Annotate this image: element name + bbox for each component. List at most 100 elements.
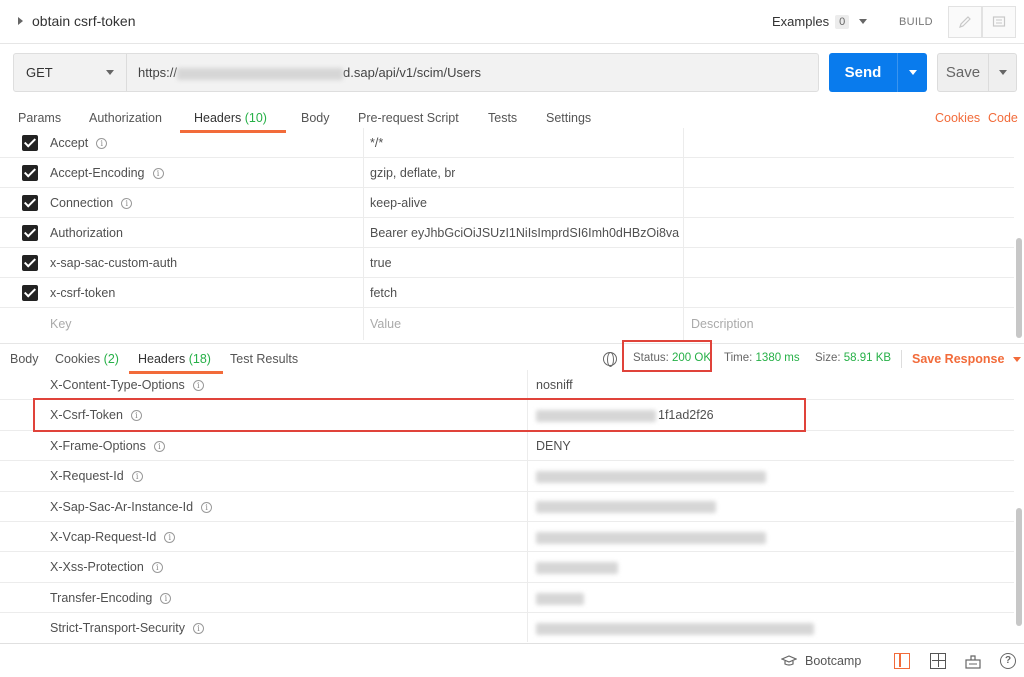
header-value[interactable]: Bearer eyJhbGciOiJSUzI1NiIsImprdSI6Imh0d…	[370, 226, 680, 240]
info-icon[interactable]: i	[121, 198, 133, 209]
method-select[interactable]: GET	[14, 54, 127, 91]
csrf-token-highlight-box	[33, 398, 806, 432]
info-icon[interactable]: i	[164, 532, 176, 543]
enable-checkbox[interactable]	[22, 165, 38, 181]
tab-resp-headers-label: Headers	[138, 352, 186, 366]
send-options-chevron-icon[interactable]	[897, 53, 927, 92]
table-row: X-Content-Type-Options i nosniff	[0, 370, 1014, 401]
response-header-value: DENY	[536, 438, 571, 453]
tab-response-cookies[interactable]: Cookies (2)	[55, 352, 119, 366]
header-key[interactable]: x-sap-sac-custom-auth	[50, 256, 177, 270]
header-value[interactable]: gzip, deflate, br	[370, 166, 455, 180]
comment-icon[interactable]	[982, 6, 1016, 38]
table-row: X-Vcap-Request-Id i	[0, 522, 1014, 553]
enable-checkbox[interactable]	[22, 255, 38, 271]
info-icon[interactable]: i	[192, 380, 204, 391]
cookies-link[interactable]: Cookies	[935, 111, 980, 125]
save-response-button[interactable]: Save Response	[912, 352, 1022, 366]
status-footer: Bootcamp ?	[0, 643, 1024, 677]
enable-checkbox[interactable]	[22, 135, 38, 151]
two-pane-icon[interactable]	[894, 653, 910, 669]
tab-pre-request-script[interactable]: Pre-request Script	[358, 111, 459, 125]
tab-headers[interactable]: Headers (10)	[194, 111, 267, 125]
keyboard-icon[interactable]	[965, 653, 981, 669]
time-indicator[interactable]: Time: 1380 ms	[724, 352, 800, 364]
enable-checkbox[interactable]	[22, 285, 38, 301]
header-key[interactable]: Accept-Encoding i	[50, 166, 164, 180]
send-button[interactable]: Send	[829, 53, 927, 92]
header-value[interactable]: true	[370, 256, 392, 270]
new-header-row: Key Value Description	[0, 309, 1014, 339]
header-value[interactable]: */*	[370, 136, 383, 150]
size-label: Size:	[815, 352, 841, 364]
header-key[interactable]: x-csrf-token	[50, 286, 115, 300]
save-button[interactable]: Save	[937, 53, 1017, 92]
header-key[interactable]: Connection i	[50, 196, 133, 210]
key-placeholder-input[interactable]: Key	[50, 317, 72, 331]
examples-dropdown[interactable]: Examples 0	[772, 14, 868, 29]
globe-icon[interactable]	[603, 352, 617, 367]
tab-authorization[interactable]: Authorization	[89, 111, 162, 125]
url-input[interactable]: https:// d.sap/api/v1/scim/Users	[138, 65, 481, 80]
save-options-chevron-icon[interactable]	[988, 54, 1016, 91]
tab-test-results[interactable]: Test Results	[230, 352, 298, 366]
info-icon[interactable]: i	[192, 623, 204, 635]
info-icon[interactable]: i	[201, 501, 213, 513]
response-header-key-text: X-Xss-Protection	[50, 560, 144, 575]
info-icon[interactable]: i	[152, 168, 164, 179]
status-highlight-box	[622, 340, 712, 372]
request-title[interactable]: obtain csrf-token	[18, 13, 136, 29]
size-indicator[interactable]: Size: 58.91 KB	[815, 352, 891, 364]
tab-headers-label: Headers	[194, 111, 242, 125]
header-key[interactable]: Authorization	[50, 226, 123, 240]
examples-count-badge: 0	[835, 14, 850, 29]
redacted-value	[536, 531, 766, 544]
grid-layout-icon[interactable]	[930, 653, 946, 669]
tab-resp-headers-count: (18)	[188, 352, 211, 366]
bootcamp-label: Bootcamp	[805, 654, 862, 668]
url-bar: GET https:// d.sap/api/v1/scim/Users	[13, 53, 819, 92]
caret-right-icon[interactable]	[18, 17, 23, 25]
send-label: Send	[844, 64, 882, 81]
table-row: x-sap-sac-custom-auth true	[0, 248, 1014, 278]
info-icon[interactable]: i	[160, 592, 172, 604]
response-header-value	[536, 469, 766, 483]
tab-body[interactable]: Body	[301, 111, 330, 125]
info-icon[interactable]: i	[151, 562, 163, 574]
bootcamp-button[interactable]: Bootcamp	[781, 654, 861, 668]
tab-response-body[interactable]: Body	[10, 352, 39, 366]
value-placeholder-input[interactable]: Value	[370, 317, 401, 331]
info-icon[interactable]: i	[131, 471, 143, 483]
response-header-key: X-Sap-Sac-Ar-Instance-Id i	[50, 500, 213, 514]
tab-response-headers[interactable]: Headers (18)	[138, 352, 211, 366]
time-label: Time:	[724, 352, 753, 364]
response-header-key: X-Xss-Protection i	[50, 560, 163, 574]
enable-checkbox[interactable]	[22, 195, 38, 211]
info-icon[interactable]: i	[153, 440, 165, 452]
tab-tests[interactable]: Tests	[488, 111, 517, 125]
help-icon[interactable]: ?	[1000, 653, 1016, 669]
header-value[interactable]: keep-alive	[370, 196, 427, 210]
response-header-key: Strict-Transport-Security i	[50, 621, 204, 635]
method-value: GET	[26, 65, 53, 80]
pencil-icon[interactable]	[948, 6, 982, 38]
tab-params[interactable]: Params	[18, 111, 61, 125]
time-value: 1380 ms	[755, 352, 800, 364]
header-key[interactable]: Accept i	[50, 136, 108, 150]
enable-checkbox[interactable]	[22, 225, 38, 241]
info-icon[interactable]: i	[96, 138, 108, 149]
response-header-key-text: Strict-Transport-Security	[50, 621, 185, 636]
tab-settings[interactable]: Settings	[546, 111, 591, 125]
table-row: X-Frame-Options i DENY	[0, 431, 1014, 462]
code-link[interactable]: Code	[988, 111, 1018, 125]
header-value[interactable]: fetch	[370, 286, 397, 300]
table-row: x-csrf-token fetch	[0, 278, 1014, 308]
build-label[interactable]: BUILD	[899, 16, 933, 28]
table-row: Accept i */*	[0, 128, 1014, 158]
description-placeholder-input[interactable]: Description	[691, 317, 754, 331]
tab-cookies-count: (2)	[103, 352, 119, 366]
response-tabs: Body Cookies (2) Headers (18) Test Resul…	[0, 343, 1024, 374]
response-scrollbar[interactable]	[1016, 508, 1022, 626]
request-scrollbar[interactable]	[1016, 238, 1022, 338]
divider	[901, 350, 902, 368]
